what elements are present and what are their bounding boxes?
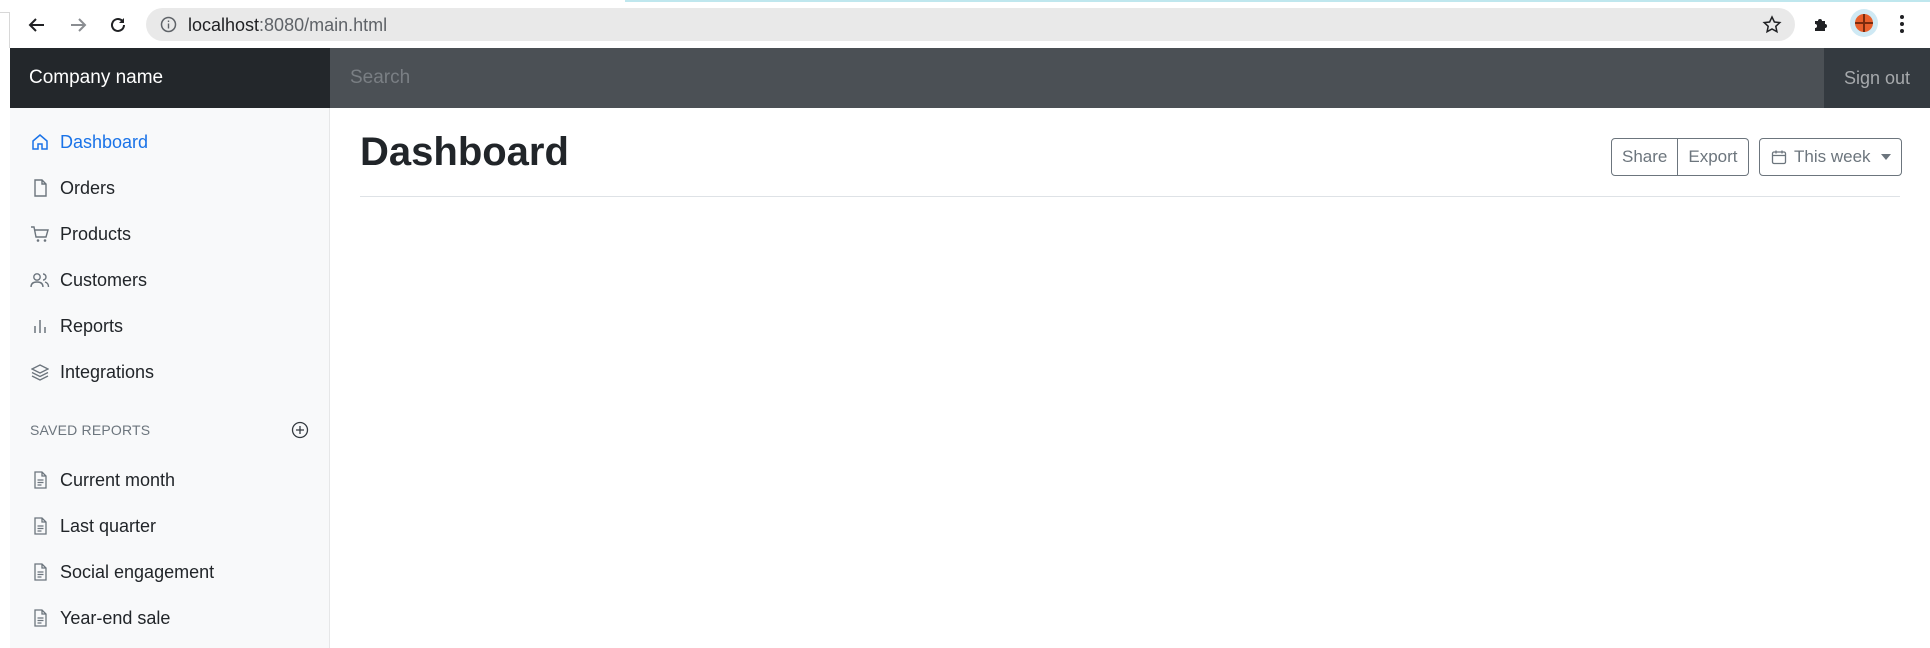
title-divider	[360, 196, 1900, 197]
file-text-icon	[30, 516, 50, 536]
period-dropdown-button[interactable]: This week	[1759, 138, 1902, 176]
sidebar-item-dashboard[interactable]: Dashboard	[10, 119, 330, 165]
extensions-puzzle-icon[interactable]	[1810, 12, 1834, 36]
sidebar-item-products[interactable]: Products	[10, 211, 330, 257]
sidebar-item-reports[interactable]: Reports	[10, 303, 330, 349]
calendar-icon	[1770, 148, 1788, 166]
profile-avatar[interactable]	[1850, 9, 1878, 37]
saved-report-label: Year-end sale	[60, 607, 171, 628]
back-button[interactable]	[22, 10, 52, 40]
period-label: This week	[1794, 147, 1871, 166]
brand-link[interactable]: Company name	[10, 48, 330, 108]
file-icon	[30, 178, 50, 198]
arrow-right-icon	[71, 18, 87, 32]
browser-menu-icon[interactable]	[1896, 12, 1908, 36]
url-host: localhost	[188, 15, 260, 35]
top-navbar: Company name Sign out	[10, 48, 1930, 108]
url-text[interactable]: localhost:8080/main.html	[188, 15, 387, 35]
reload-icon	[111, 17, 125, 32]
shopping-cart-icon	[30, 224, 50, 244]
sidebar-item-integrations[interactable]: Integrations	[10, 349, 330, 395]
address-bar[interactable]: localhost:8080/main.html	[146, 8, 1795, 41]
saved-reports-heading: SAVED REPORTS	[30, 422, 151, 438]
arrow-left-icon	[28, 18, 44, 32]
file-text-icon	[30, 608, 50, 628]
share-button[interactable]: Share	[1611, 138, 1679, 176]
info-icon[interactable]	[160, 16, 177, 33]
tab-edge	[0, 12, 10, 48]
page: Company name Sign out Dashboard Orders P…	[10, 48, 1930, 648]
saved-report-label: Current month	[60, 469, 176, 490]
sidebar-item-label: Orders	[60, 177, 116, 198]
search-input[interactable]	[330, 48, 1824, 108]
home-icon	[30, 132, 50, 152]
saved-reports-header: SAVED REPORTS	[30, 420, 310, 440]
share-export-button-group: Share Export	[1611, 138, 1749, 176]
plus-circle-icon[interactable]	[290, 420, 310, 440]
saved-report-last-quarter[interactable]: Last quarter	[10, 503, 330, 549]
page-title: Dashboard	[360, 130, 569, 174]
sidebar-item-label: Products	[60, 223, 132, 244]
sidebar-item-label: Customers	[60, 269, 148, 290]
basketball-icon	[1855, 14, 1873, 32]
sidebar-item-orders[interactable]: Orders	[10, 165, 330, 211]
saved-report-label: Last quarter	[60, 515, 157, 536]
layers-icon	[30, 362, 50, 382]
reload-button[interactable]	[103, 10, 133, 40]
saved-report-year-end-sale[interactable]: Year-end sale	[10, 595, 330, 641]
url-path: :8080/main.html	[259, 15, 388, 35]
sign-out-link[interactable]: Sign out	[1824, 48, 1930, 108]
bar-chart-icon	[30, 316, 50, 336]
file-text-icon	[30, 562, 50, 582]
caret-down-icon	[1880, 154, 1891, 160]
tab-strip	[0, 0, 1930, 2]
browser-chrome: localhost:8080/main.html	[0, 0, 1930, 48]
export-button[interactable]: Export	[1678, 138, 1749, 176]
saved-report-social-engagement[interactable]: Social engagement	[10, 549, 330, 595]
tab-strip-fill	[625, 0, 1930, 2]
bookmark-star-icon[interactable]	[1761, 14, 1783, 36]
sidebar-item-label: Integrations	[60, 361, 155, 382]
saved-report-current-month[interactable]: Current month	[10, 457, 330, 503]
sidebar-item-label: Reports	[60, 315, 124, 336]
sidebar-item-customers[interactable]: Customers	[10, 257, 330, 303]
saved-report-label: Social engagement	[60, 561, 215, 582]
sidebar-item-label: Dashboard	[60, 131, 149, 152]
file-text-icon	[30, 470, 50, 490]
main-content: Dashboard Share Export This week	[330, 108, 1930, 648]
forward-button[interactable]	[63, 10, 93, 40]
users-icon	[30, 270, 50, 290]
sidebar: Dashboard Orders Products Customers Repo…	[10, 108, 330, 648]
